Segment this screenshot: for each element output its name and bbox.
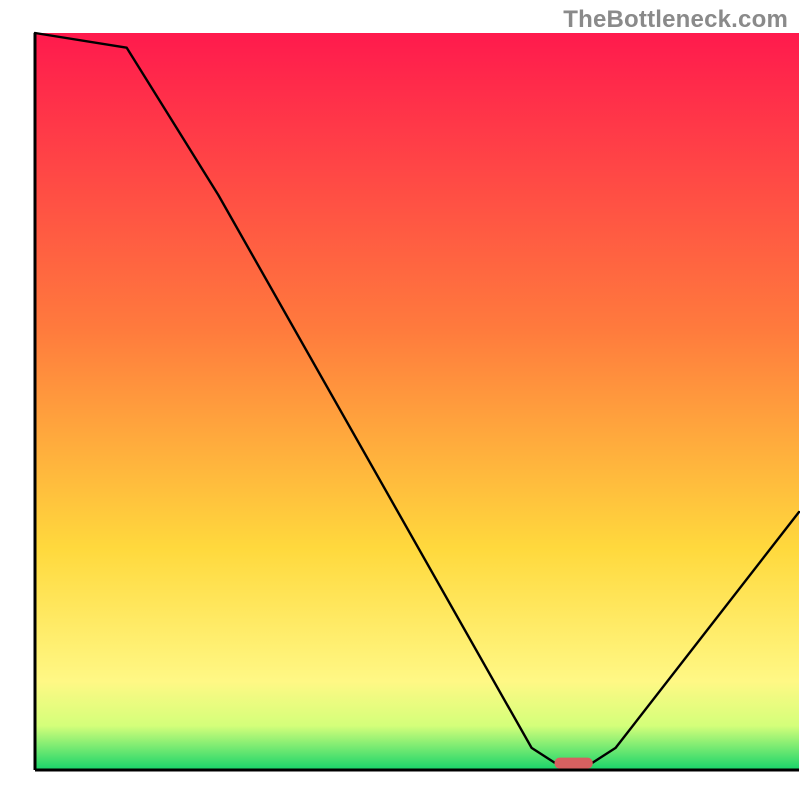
bottleneck-chart <box>0 0 800 800</box>
chart-container: { "watermark": "TheBottleneck.com", "cha… <box>0 0 800 800</box>
optimal-marker <box>555 758 593 769</box>
watermark-text: TheBottleneck.com <box>563 6 788 34</box>
